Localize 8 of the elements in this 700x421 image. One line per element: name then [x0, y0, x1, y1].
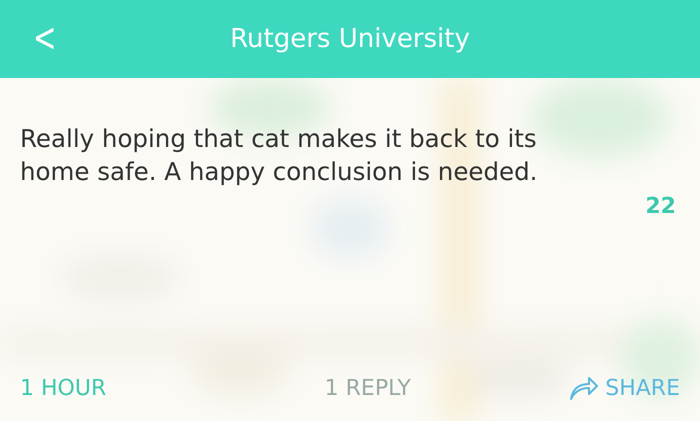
- share-button[interactable]: SHARE: [569, 375, 680, 401]
- share-arrow-icon: [569, 375, 600, 401]
- post-time: 1 HOUR: [20, 376, 106, 400]
- vote-count: 22: [645, 194, 676, 219]
- replies-link[interactable]: 1 REPLY: [324, 376, 411, 400]
- back-button[interactable]: <: [33, 16, 56, 60]
- post-text: Really hoping that cat makes it back to its home safe. A happy conclusion is needed.: [20, 123, 538, 188]
- header-title: Rutgers University: [230, 24, 470, 54]
